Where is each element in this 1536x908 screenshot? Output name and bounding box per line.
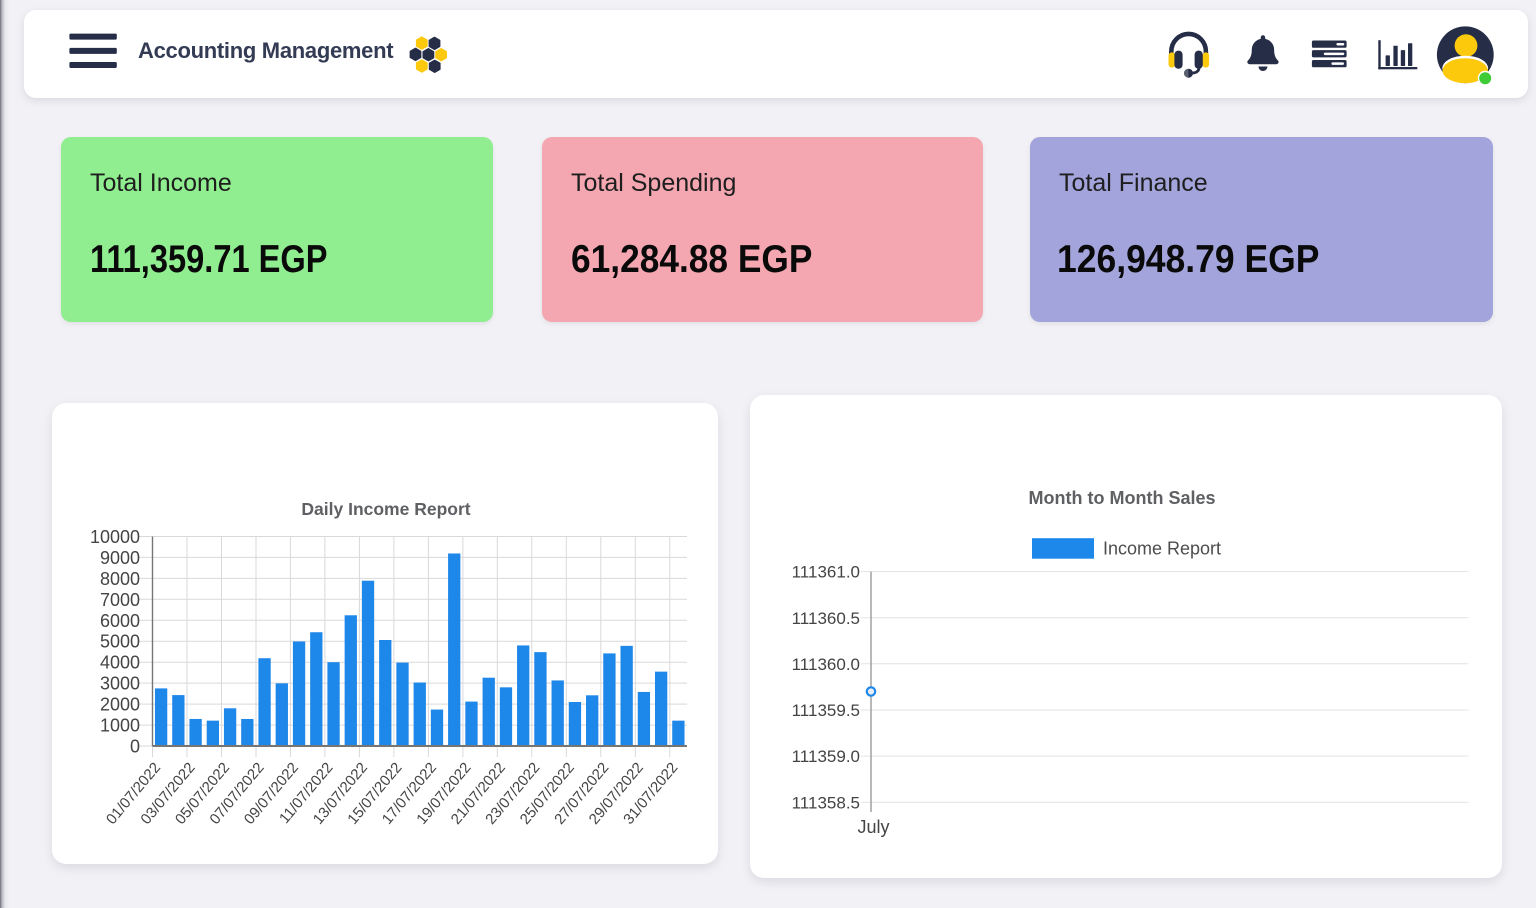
svg-text:111359.5: 111359.5: [792, 701, 860, 720]
svg-text:111360.5: 111360.5: [792, 609, 860, 628]
svg-text:111361.0: 111361.0: [792, 563, 860, 582]
svg-text:9000: 9000: [100, 548, 140, 568]
svg-text:4000: 4000: [100, 653, 140, 673]
svg-text:Month to Month Sales: Month to Month Sales: [1029, 488, 1216, 508]
svg-text:0: 0: [130, 736, 140, 756]
svg-text:5000: 5000: [100, 632, 140, 652]
svg-text:Daily Income Report: Daily Income Report: [301, 499, 470, 519]
svg-text:2000: 2000: [100, 695, 140, 715]
svg-text:111360.0: 111360.0: [792, 655, 860, 674]
svg-text:1000: 1000: [100, 716, 140, 736]
svg-text:10000: 10000: [90, 527, 140, 547]
svg-text:3000: 3000: [100, 674, 140, 694]
svg-text:8000: 8000: [100, 569, 140, 589]
svg-text:Income Report: Income Report: [1103, 539, 1221, 559]
svg-text:6000: 6000: [100, 611, 140, 631]
svg-text:July: July: [857, 817, 889, 837]
svg-text:7000: 7000: [100, 590, 140, 610]
svg-text:111358.5: 111358.5: [792, 793, 860, 812]
svg-text:111359.0: 111359.0: [792, 747, 860, 766]
